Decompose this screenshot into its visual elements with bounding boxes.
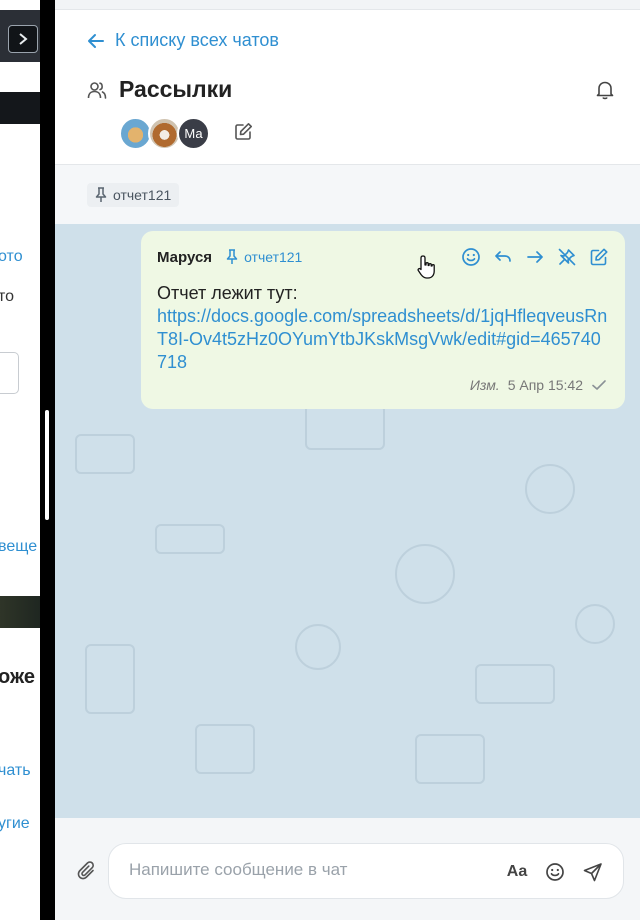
member-avatar-initials[interactable]: Ма [177,117,210,150]
emoji-button[interactable] [543,860,567,884]
message-link[interactable]: https://docs.google.com/spreadsheets/d/1… [157,305,609,374]
check-icon [592,380,606,390]
bell-icon [596,81,614,100]
chat-title-row: Рассылки [87,76,232,103]
background-doodle [75,434,135,474]
reply-button[interactable] [493,247,513,267]
back-to-chats-link[interactable]: К списку всех чатов [87,30,279,51]
send-icon [583,863,602,882]
chat-members: Ма [119,117,253,150]
composer-area: Aa [55,818,640,920]
chat-title: Рассылки [119,76,233,102]
background-doodle [525,464,575,514]
background-link[interactable]: веще [0,538,37,556]
background-image [0,596,44,628]
message-actions [461,247,609,267]
background-page: ото то веще оже чать угие [0,0,44,920]
smile-icon [546,863,564,881]
chevron-right-icon [19,33,28,45]
arrow-left-icon [88,33,104,48]
panel-divider [40,0,55,920]
text-format-button[interactable]: Aa [505,860,529,884]
edit-icon [590,248,608,266]
background-dark-bar [0,92,44,124]
unpin-button[interactable] [557,247,577,267]
background-doodle [475,664,555,704]
edit-members-button[interactable] [234,122,253,146]
background-link[interactable]: ото [0,248,23,266]
forward-button[interactable] [525,247,545,267]
notifications-button[interactable] [596,80,614,105]
reply-icon [495,251,511,262]
message-pin-label: отчет121 [244,249,303,265]
paperclip-icon [77,861,94,880]
message-time: 5 Апр 15:42 [507,377,583,393]
chat-messages-area[interactable]: Маруся отчет121 Отчет лежит тут: https:/… [55,224,640,818]
users-icon [87,81,107,99]
chat-panel: К списку всех чатов Рассылки Ма отчет121… [55,0,640,920]
pinned-chip-label: отчет121 [113,187,172,203]
message-text: Отчет лежит тут: [157,283,298,303]
background-input[interactable] [0,352,19,394]
pinned-messages-bar: отчет121 [55,165,640,224]
background-doodle [155,524,225,554]
message-input[interactable] [129,860,489,880]
pin-icon [95,187,107,202]
edited-label: Изм. [469,377,500,393]
background-doodle [295,624,341,670]
smile-icon [462,248,480,266]
pinned-chip[interactable]: отчет121 [87,183,180,207]
background-heading: оже [0,666,35,688]
message-composer[interactable]: Aa [108,843,624,899]
hand-cursor-icon [416,254,438,285]
attach-button[interactable] [77,860,97,887]
message-pin-tag[interactable]: отчет121 [226,249,302,265]
background-doodle [195,724,255,774]
expand-panel-button[interactable] [8,25,38,53]
background-link[interactable]: угие [0,815,30,833]
background-doodle [85,644,135,714]
background-link[interactable]: чать [0,762,31,780]
background-text: то [0,288,15,305]
edit-message-button[interactable] [589,247,609,267]
background-doodle [305,404,385,450]
composer-tools: Aa [505,860,605,884]
back-link-label: К списку всех чатов [115,30,279,50]
send-button[interactable] [581,860,605,884]
pin-icon [226,249,238,264]
background-doodle [415,734,485,784]
arrow-right-icon [527,251,543,263]
message-author[interactable]: Маруся [157,249,212,266]
unpin-icon [558,248,576,266]
message-bubble[interactable]: Маруся отчет121 Отчет лежит тут: https:/… [141,231,625,409]
background-doodle [575,604,615,644]
panel-top-strip [55,0,640,10]
react-button[interactable] [461,247,481,267]
background-doodle [395,544,455,604]
message-meta: Изм. 5 Апр 15:42 [470,377,607,393]
edit-icon [235,122,252,140]
scrollbar-thumb[interactable] [45,410,49,520]
message-header: Маруся отчет121 [157,246,609,268]
